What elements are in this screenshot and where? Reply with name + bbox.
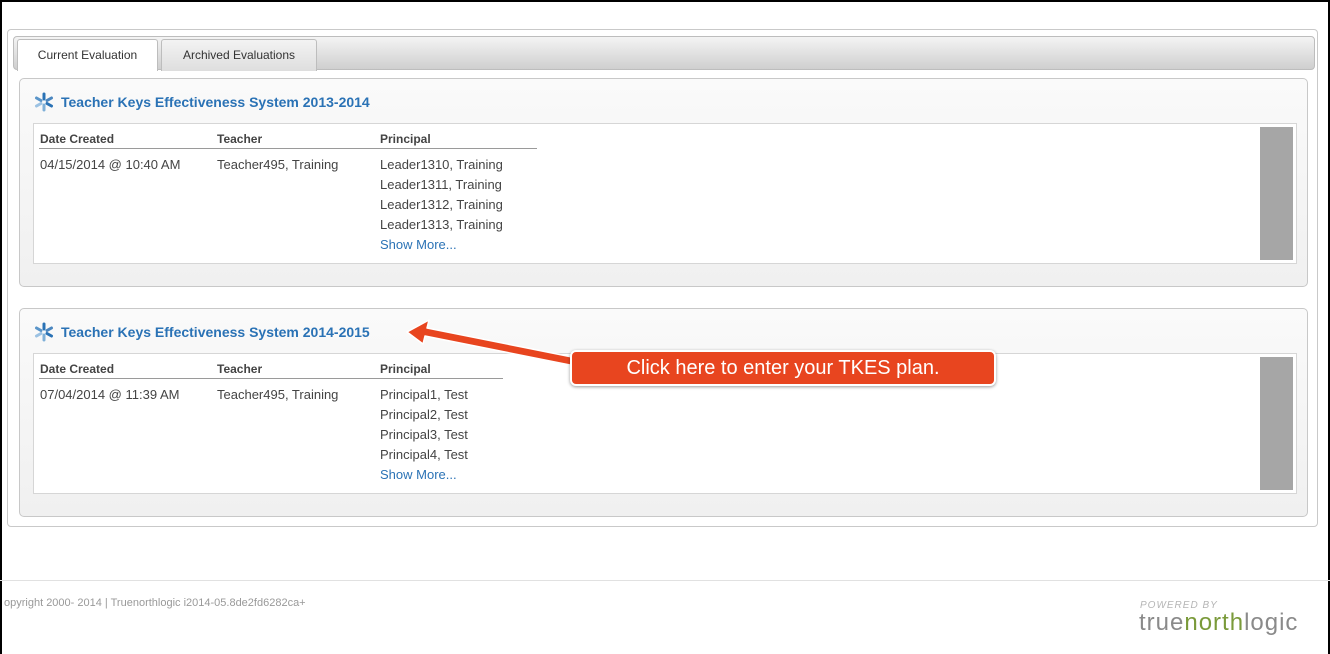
principal-item: Leader1313, Training xyxy=(380,217,503,232)
date-created-cell: 07/04/2014 @ 11:39 AM xyxy=(40,387,180,402)
tab-current-evaluation[interactable]: Current Evaluation xyxy=(17,39,158,71)
show-more-link[interactable]: Show More... xyxy=(380,465,468,485)
evaluation-table: Date Created Teacher Principal 04/15/201… xyxy=(33,123,1297,264)
tab-archived-evaluations[interactable]: Archived Evaluations xyxy=(161,39,317,71)
column-header-principal: Principal xyxy=(380,132,431,146)
asterisk-icon xyxy=(35,92,53,112)
principal-list: Principal1, Test Principal2, Test Princi… xyxy=(380,385,468,485)
evaluation-title-text[interactable]: Teacher Keys Effectiveness System 2014-2… xyxy=(61,324,370,340)
principal-list: Leader1310, Training Leader1311, Trainin… xyxy=(380,155,503,255)
evaluation-title-link[interactable]: Teacher Keys Effectiveness System 2013-2… xyxy=(34,91,370,113)
callout-box: Click here to enter your TKES plan. xyxy=(570,350,996,386)
evaluation-title-link[interactable]: Teacher Keys Effectiveness System 2014-2… xyxy=(34,321,370,343)
column-header-date-created: Date Created xyxy=(40,132,115,146)
principal-item: Leader1311, Training xyxy=(380,177,502,192)
evaluation-title-text[interactable]: Teacher Keys Effectiveness System 2013-2… xyxy=(61,94,370,110)
column-header-date-created: Date Created xyxy=(40,362,115,376)
scrollbar[interactable] xyxy=(1260,357,1293,490)
callout-arrow xyxy=(406,319,578,367)
date-created-cell: 04/15/2014 @ 10:40 AM xyxy=(40,157,181,172)
header-divider xyxy=(39,148,537,149)
principal-item: Principal1, Test xyxy=(380,387,468,402)
logo-part: true xyxy=(1139,609,1185,636)
column-header-teacher: Teacher xyxy=(217,132,263,146)
logo-part-accent: north xyxy=(1184,609,1245,636)
window-border-left xyxy=(0,0,2,654)
asterisk-icon xyxy=(35,322,53,342)
evaluation-panel: Teacher Keys Effectiveness System 2013-2… xyxy=(19,78,1308,287)
principal-item: Leader1310, Training xyxy=(380,157,503,172)
header-divider xyxy=(39,378,503,379)
principal-item: Principal2, Test xyxy=(380,407,468,422)
principal-item: Principal4, Test xyxy=(380,447,468,462)
column-header-teacher: Teacher xyxy=(217,362,263,376)
logo-part: logic xyxy=(1244,609,1299,636)
principal-item: Principal3, Test xyxy=(380,427,468,442)
teacher-cell: Teacher495, Training xyxy=(217,387,339,402)
evaluation-panel: Teacher Keys Effectiveness System 2014-2… xyxy=(19,308,1308,517)
principal-item: Leader1312, Training xyxy=(380,197,503,212)
footer-copyright: opyright 2000- 2014 | Truenorthlogic i20… xyxy=(4,597,306,609)
footer-divider xyxy=(0,580,1330,581)
scrollbar[interactable] xyxy=(1260,127,1293,260)
show-more-link[interactable]: Show More... xyxy=(380,235,503,255)
window-border-top xyxy=(0,0,1330,2)
teacher-cell: Teacher495, Training xyxy=(217,157,339,172)
truenorthlogic-logo: truenorthlogic xyxy=(1139,609,1298,637)
